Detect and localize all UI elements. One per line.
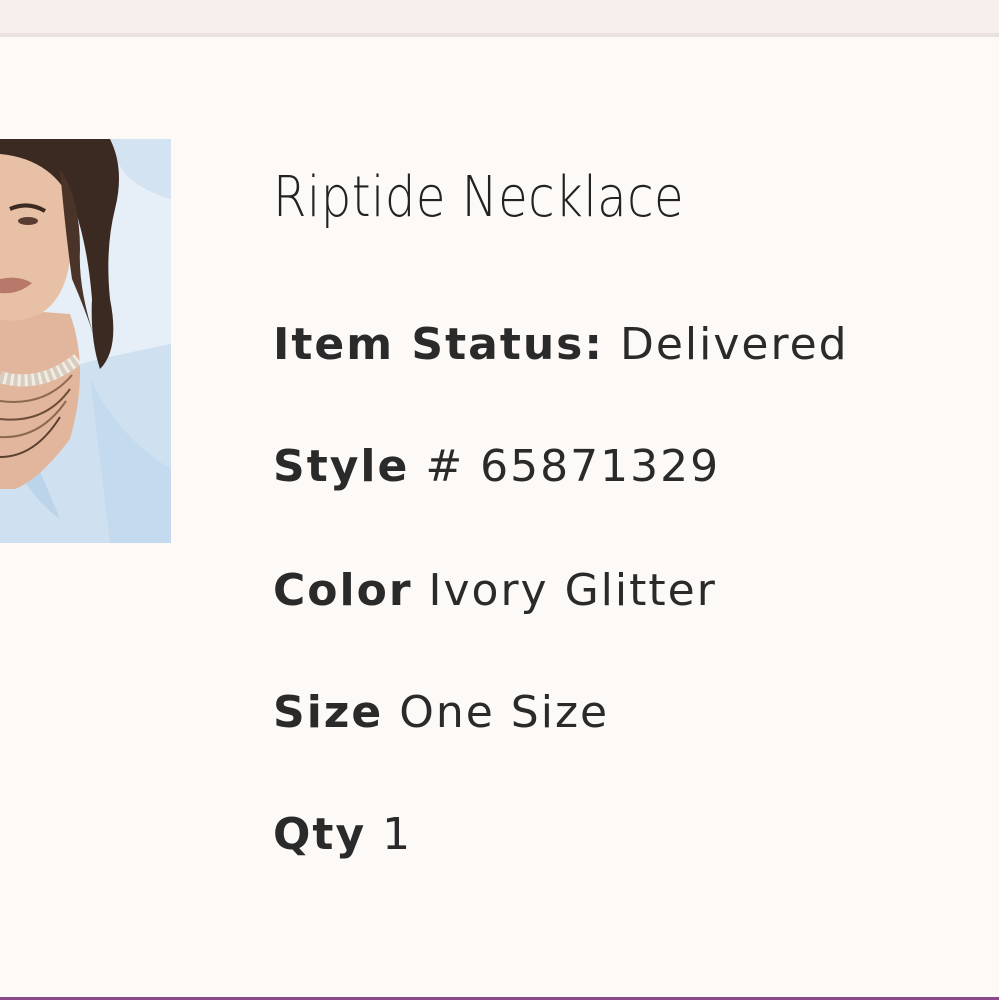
- product-image[interactable]: [0, 139, 171, 543]
- style-label: Style: [273, 441, 410, 492]
- product-name[interactable]: Riptide Necklace: [273, 158, 684, 238]
- quantity-value: 1: [382, 809, 413, 860]
- header-divider: [0, 33, 999, 37]
- quantity-label: Qty: [273, 809, 367, 860]
- color-label: Color: [273, 565, 413, 616]
- quantity-row: Qty 1: [273, 805, 412, 865]
- item-status-label: Item Status:: [273, 319, 604, 370]
- model-photo: [0, 139, 171, 543]
- color-value: Ivory Glitter: [428, 565, 717, 616]
- item-status-value: Delivered: [619, 319, 849, 370]
- style-value: # 65871329: [425, 441, 721, 492]
- color-row: Color Ivory Glitter: [273, 561, 717, 621]
- size-value: One Size: [399, 687, 610, 738]
- style-row: Style # 65871329: [273, 437, 720, 497]
- top-header-strip: [0, 0, 999, 33]
- item-status-row: Item Status: Delivered: [273, 315, 849, 375]
- size-row: Size One Size: [273, 683, 609, 743]
- size-label: Size: [273, 687, 384, 738]
